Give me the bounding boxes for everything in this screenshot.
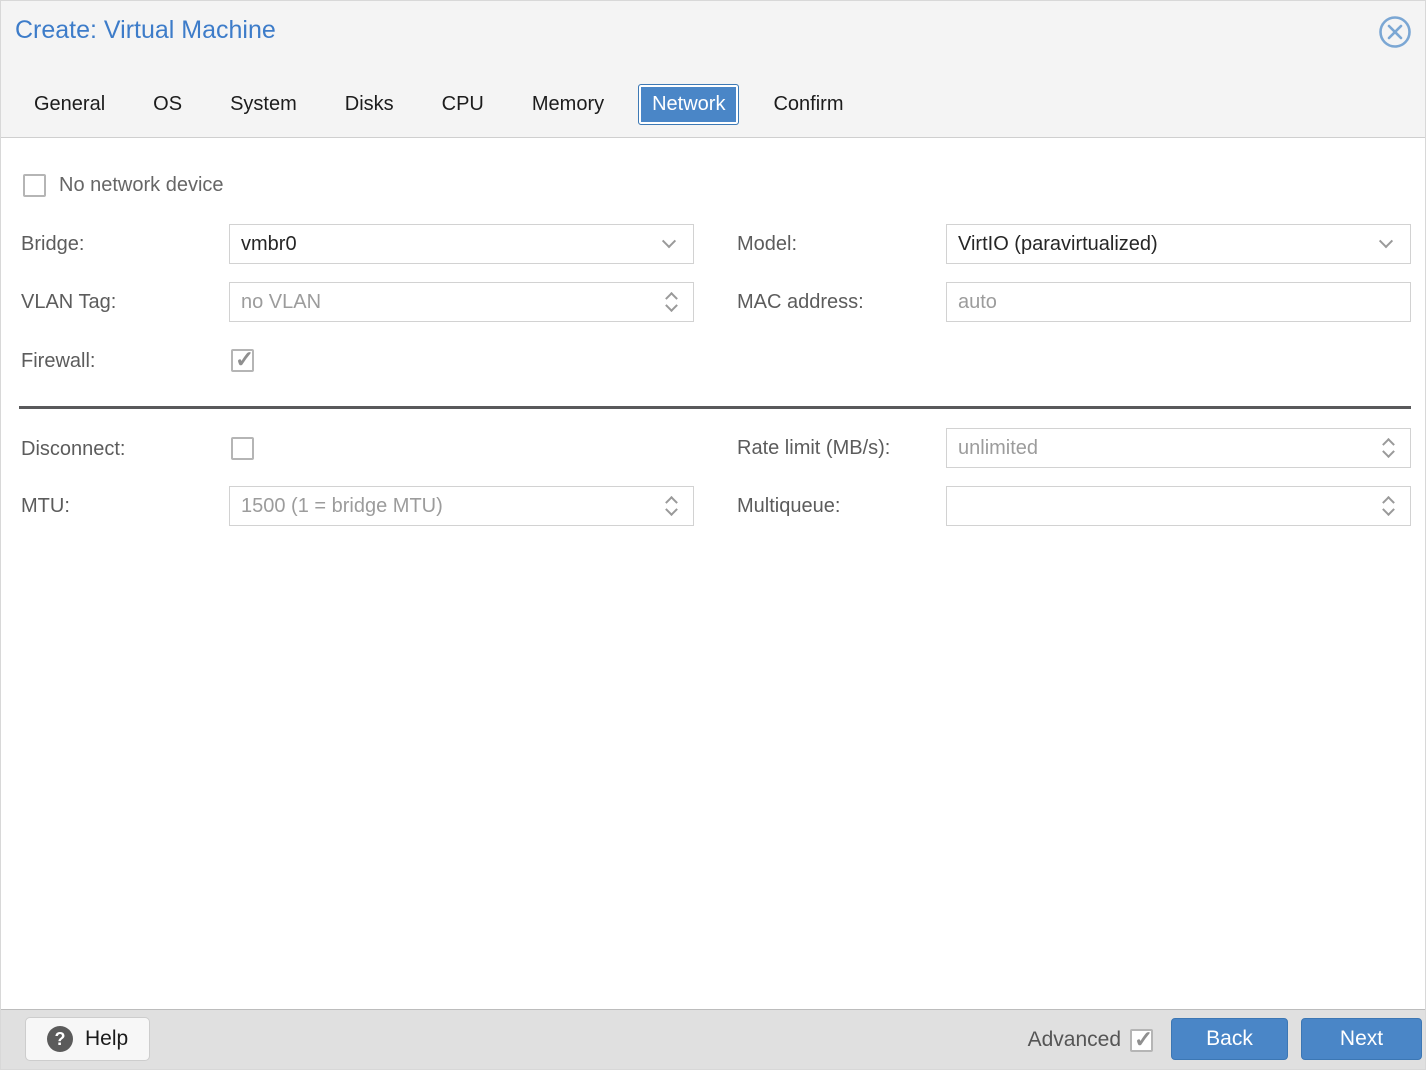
rate-limit-spinner[interactable] [946, 428, 1411, 468]
bridge-label: Bridge: [21, 224, 84, 264]
bridge-dropdown-trigger[interactable] [659, 225, 679, 263]
dialog-title: Create: Virtual Machine [15, 16, 276, 45]
dialog-footer: ? Help Advanced Back Next [1, 1009, 1425, 1070]
tab-bar: General OS System Disks CPU Memory Netwo… [34, 81, 843, 128]
firewall-label: Firewall: [21, 341, 95, 381]
multiqueue-input[interactable] [947, 487, 1410, 525]
close-icon[interactable] [1378, 15, 1412, 49]
help-button-label: Help [85, 1027, 128, 1051]
model-combobox[interactable] [946, 224, 1411, 264]
rate-limit-label: Rate limit (MB/s): [737, 428, 890, 468]
chevron-down-icon [1382, 445, 1395, 458]
advanced-label: Advanced [1028, 1028, 1121, 1052]
rate-limit-spin-buttons[interactable] [1378, 429, 1398, 467]
tab-disks[interactable]: Disks [345, 93, 394, 116]
model-input[interactable] [947, 225, 1410, 263]
next-button[interactable]: Next [1301, 1018, 1422, 1060]
vlan-tag-spinner[interactable] [229, 282, 694, 322]
firewall-checkbox[interactable] [231, 349, 254, 372]
rate-limit-input[interactable] [947, 429, 1410, 467]
multiqueue-spin-buttons[interactable] [1378, 487, 1398, 525]
tab-memory[interactable]: Memory [532, 93, 604, 116]
mtu-input[interactable] [230, 487, 693, 525]
chevron-down-icon [662, 234, 676, 248]
chevron-down-icon [1382, 503, 1395, 516]
multiqueue-label: Multiqueue: [737, 486, 840, 526]
mac-address-label: MAC address: [737, 282, 864, 322]
mtu-spinner[interactable] [229, 486, 694, 526]
model-label: Model: [737, 224, 797, 264]
mac-address-field[interactable] [946, 282, 1411, 322]
help-icon: ? [47, 1026, 73, 1052]
disconnect-label: Disconnect: [21, 429, 126, 469]
back-button[interactable]: Back [1171, 1018, 1288, 1060]
mtu-label: MTU: [21, 486, 70, 526]
tab-os[interactable]: OS [153, 93, 182, 116]
tab-general[interactable]: General [34, 93, 105, 116]
disconnect-checkbox[interactable] [231, 437, 254, 460]
vlan-tag-label: VLAN Tag: [21, 282, 116, 322]
no-network-device-checkbox[interactable] [23, 174, 46, 197]
advanced-section-divider [19, 406, 1411, 409]
tab-cpu[interactable]: CPU [442, 93, 484, 116]
no-network-device-label: No network device [59, 174, 224, 197]
advanced-checkbox[interactable] [1130, 1029, 1153, 1052]
vlan-tag-spin-buttons[interactable] [661, 283, 681, 321]
create-vm-dialog: Create: Virtual Machine General OS Syste… [0, 0, 1426, 1070]
help-button[interactable]: ? Help [25, 1017, 150, 1061]
tab-confirm[interactable]: Confirm [773, 93, 843, 116]
no-network-device-row: No network device [23, 174, 224, 197]
tab-network[interactable]: Network [638, 84, 739, 125]
chevron-down-icon [665, 503, 678, 516]
multiqueue-spinner[interactable] [946, 486, 1411, 526]
bridge-input[interactable] [230, 225, 693, 263]
mac-address-input[interactable] [947, 283, 1410, 321]
dialog-header: Create: Virtual Machine General OS Syste… [1, 1, 1425, 138]
mtu-spin-buttons[interactable] [661, 487, 681, 525]
advanced-toggle-row: Advanced [1028, 1028, 1153, 1052]
chevron-down-icon [665, 299, 678, 312]
model-dropdown-trigger[interactable] [1376, 225, 1396, 263]
tab-system[interactable]: System [230, 93, 297, 116]
chevron-down-icon [1379, 234, 1393, 248]
bridge-combobox[interactable] [229, 224, 694, 264]
vlan-tag-input[interactable] [230, 283, 693, 321]
